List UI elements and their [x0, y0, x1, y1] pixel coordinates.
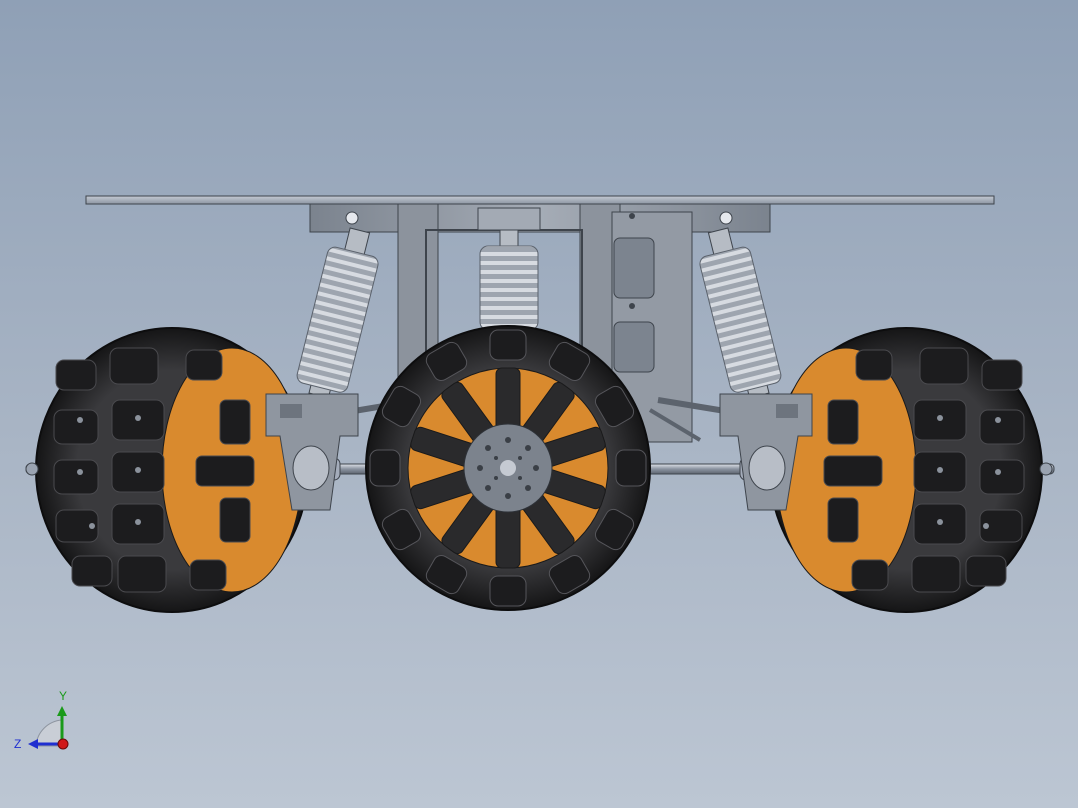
spring-shock-left[interactable] [293, 224, 385, 402]
y-axis-label: Y [59, 689, 67, 703]
omni-wheel-right[interactable] [769, 327, 1053, 613]
graphics-viewport[interactable]: Y Z [0, 0, 1078, 808]
x-axis-dot-icon [57, 738, 69, 750]
model-canvas[interactable]: Y Z [0, 0, 1078, 808]
axis-triad[interactable]: Y Z [14, 689, 69, 751]
z-arrowhead-icon [28, 739, 38, 749]
z-axis-label: Z [14, 737, 21, 751]
y-arrowhead-icon [57, 706, 67, 716]
omni-wheel-left[interactable] [25, 327, 309, 613]
omni-wheel-center[interactable] [365, 325, 651, 611]
spring-shock-right[interactable] [693, 224, 785, 402]
spring-shock-center[interactable] [479, 229, 539, 341]
top-plate[interactable] [85, 195, 995, 205]
